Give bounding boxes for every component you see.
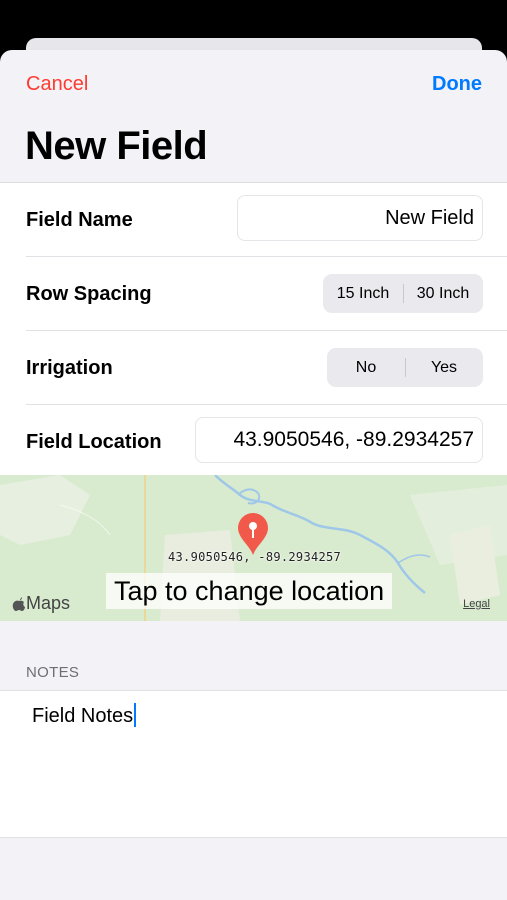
maps-logo: Maps xyxy=(12,593,70,614)
legal-link[interactable]: Legal xyxy=(463,598,490,610)
page-title: New Field xyxy=(25,124,208,168)
notes-section-header: NOTES xyxy=(26,664,80,681)
irrigation-yes-option[interactable]: Yes xyxy=(405,348,483,387)
irrigation-label: Irrigation xyxy=(26,357,113,379)
field-form: Field Name Row Spacing 15 Inch 30 Inch I… xyxy=(0,182,507,478)
cancel-button[interactable]: Cancel xyxy=(26,73,88,96)
notes-text: Field Notes xyxy=(32,703,137,728)
irrigation-row: Irrigation No Yes xyxy=(26,331,507,405)
notes-content: Field Notes xyxy=(32,705,134,727)
maps-brand-text: Maps xyxy=(26,593,71,613)
text-cursor xyxy=(134,703,137,727)
row-spacing-segmented-control: 15 Inch 30 Inch xyxy=(323,274,483,313)
tap-to-change-location-label: Tap to change location xyxy=(106,573,393,609)
row-spacing-30-inch-option[interactable]: 30 Inch xyxy=(403,274,483,313)
done-button[interactable]: Done xyxy=(432,73,482,96)
field-location-label: Field Location xyxy=(26,431,162,453)
new-field-sheet: Cancel Done New Field Field Name Row Spa… xyxy=(0,50,507,900)
field-location-input[interactable] xyxy=(195,417,483,463)
apple-logo-icon xyxy=(12,596,25,611)
field-name-input[interactable] xyxy=(237,195,483,241)
notes-text-area[interactable]: Field Notes xyxy=(0,690,507,838)
irrigation-no-option[interactable]: No xyxy=(327,348,405,387)
map-pin-coordinates: 43.9050546, -89.2934257 xyxy=(168,550,342,564)
field-location-row: Field Location xyxy=(0,405,507,478)
location-map[interactable]: 43.9050546, -89.2934257 Tap to change lo… xyxy=(0,475,507,621)
row-spacing-15-inch-option[interactable]: 15 Inch xyxy=(323,274,403,313)
field-name-row: Field Name xyxy=(26,183,507,257)
irrigation-segmented-control: No Yes xyxy=(327,348,483,387)
row-spacing-row: Row Spacing 15 Inch 30 Inch xyxy=(26,257,507,331)
row-spacing-label: Row Spacing xyxy=(26,283,152,305)
field-name-label: Field Name xyxy=(26,209,133,231)
